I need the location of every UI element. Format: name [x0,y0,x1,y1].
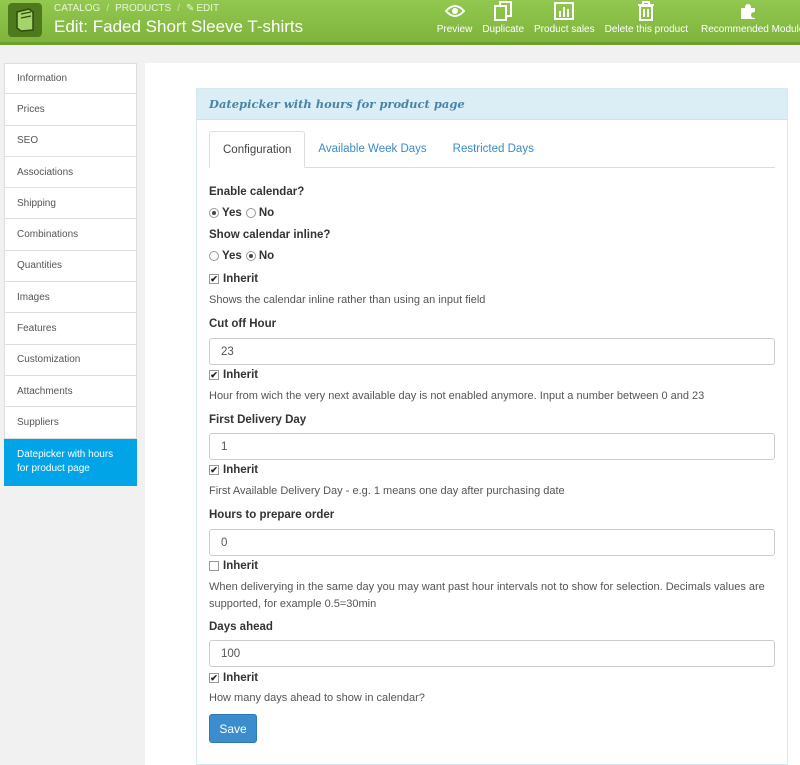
first-delivery-day-inherit-checkbox[interactable]: ✔ [209,465,219,475]
top-header: CATALOG / PRODUCTS / ✎ EDIT Edit: Faded … [0,0,800,42]
toolbar: Preview Duplicate Product sales Delete t… [432,0,800,42]
days-ahead-help: How many days ahead to show in calendar? [209,692,425,704]
delete-product-button[interactable]: Delete this product [600,0,693,42]
enable-calendar-radios: Yes No [209,207,278,219]
breadcrumb-catalog[interactable]: CATALOG [54,3,100,14]
save-button[interactable]: Save [209,714,257,743]
first-delivery-day-label: First Delivery Day [209,414,307,426]
sidebar-item-shipping[interactable]: Shipping [4,188,137,220]
panel-heading: Datepicker with hours for product page [197,89,787,120]
enable-calendar-yes-radio[interactable] [209,208,219,218]
sidebar-item-attachments[interactable]: Attachments [4,375,137,408]
recommended-modules-label: Recommended Modules [701,24,800,35]
enable-calendar-label: Enable calendar? [209,186,305,198]
show-inline-help: Shows the calendar inline rather than us… [209,294,486,306]
page-title: Edit: Faded Short Sleeve T-shirts [54,17,304,36]
tab-restricted-days[interactable]: Restricted Days [440,131,547,167]
puzzle-icon [739,0,757,22]
breadcrumb-edit: EDIT [196,3,220,14]
sidebar-item-images[interactable]: Images [4,282,137,314]
breadcrumb-separator: / [106,3,110,14]
header-bottom-border [0,42,800,45]
days-ahead-inherit-checkbox[interactable]: ✔ [209,673,219,683]
hours-to-prepare-inherit-checkbox[interactable] [209,561,219,571]
enable-calendar-no-radio[interactable] [245,208,256,218]
duplicate-label: Duplicate [482,24,525,35]
prestashop-logo-icon[interactable] [8,3,42,37]
panel-title: Datepicker with hours for product page [209,97,465,111]
show-inline-no-radio[interactable] [245,251,256,261]
show-inline-label: Show calendar inline? [209,229,331,241]
enable-calendar-yes-label: Yes [222,207,242,219]
product-tabs-sidebar: Information Prices SEO Associations Ship… [4,63,137,486]
show-inline-radios: Yes No [209,250,278,262]
breadcrumb-products[interactable]: PRODUCTS [115,3,171,14]
days-ahead-label: Days ahead [209,621,273,633]
first-delivery-day-inherit: ✔ Inherit [209,464,258,476]
cut-off-hour-inherit-checkbox[interactable]: ✔ [209,370,219,380]
days-ahead-input[interactable]: 100 [209,640,775,667]
cut-off-hour-inherit: ✔ Inherit [209,369,258,381]
preview-label: Preview [436,24,473,35]
product-sales-label: Product sales [534,24,595,35]
days-ahead-inherit-label: Inherit [223,672,259,684]
datepicker-panel: Datepicker with hours for product page C… [196,88,788,765]
show-inline-yes-label: Yes [222,250,242,262]
hours-to-prepare-inherit: Inherit [209,560,258,572]
cut-off-hour-help: Hour from wich the very next available d… [209,390,705,402]
cut-off-hour-inherit-label: Inherit [223,369,259,381]
show-inline-inherit: ✔ Inherit [209,273,258,285]
hours-to-prepare-input[interactable]: 0 [209,529,775,556]
breadcrumb: CATALOG / PRODUCTS / ✎ EDIT [54,3,219,14]
show-inline-no-label: No [258,250,275,262]
eye-icon [444,0,465,22]
enable-calendar-no-label: No [258,207,275,219]
cut-off-hour-label: Cut off Hour [209,318,277,330]
trash-icon [638,0,655,22]
config-tabs: Configuration Available Week Days Restri… [209,131,775,168]
sidebar-item-datepicker[interactable]: Datepicker with hours for product page [4,438,137,486]
delete-product-label: Delete this product [604,24,688,35]
cut-off-hour-input[interactable]: 23 [209,338,775,365]
tab-configuration[interactable]: Configuration [209,131,306,168]
product-sales-button[interactable]: Product sales [529,0,600,42]
hours-to-prepare-help: When deliverying in the same day you may… [209,581,765,610]
duplicate-button[interactable]: Duplicate [477,0,529,42]
sidebar-item-combinations[interactable]: Combinations [4,219,137,251]
sidebar-item-associations[interactable]: Associations [4,156,137,189]
show-inline-inherit-label: Inherit [223,273,259,285]
show-inline-inherit-checkbox[interactable]: ✔ [209,274,219,284]
tab-available-week-days[interactable]: Available Week Days [305,131,439,167]
hours-to-prepare-label: Hours to prepare order [209,509,335,521]
recommended-modules-button[interactable]: Recommended Modules [693,0,800,42]
first-delivery-day-inherit-label: Inherit [223,464,259,476]
pencil-icon: ✎ [186,3,195,14]
bar-chart-icon [554,0,575,22]
show-inline-yes-radio[interactable] [209,251,219,261]
sidebar-item-customization[interactable]: Customization [4,344,137,376]
first-delivery-day-help: First Available Delivery Day - e.g. 1 me… [209,485,565,497]
sidebar-item-prices[interactable]: Prices [4,94,137,126]
sidebar-item-seo[interactable]: SEO [4,125,137,157]
copy-icon [494,0,513,22]
first-delivery-day-input[interactable]: 1 [209,433,775,460]
hours-to-prepare-inherit-label: Inherit [223,560,259,572]
sidebar-item-quantities[interactable]: Quantities [4,250,137,283]
preview-button[interactable]: Preview [432,0,478,42]
sidebar-item-suppliers[interactable]: Suppliers [4,407,137,439]
days-ahead-inherit: ✔ Inherit [209,672,258,684]
breadcrumb-separator: / [177,3,180,14]
sidebar-item-information[interactable]: Information [4,63,137,95]
sidebar-item-features[interactable]: Features [4,313,137,345]
